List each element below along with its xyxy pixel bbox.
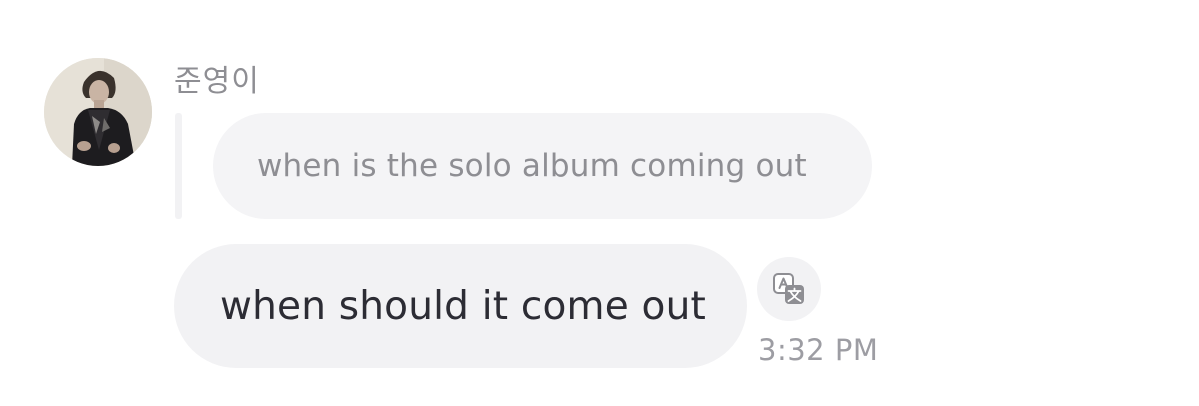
quoted-reply-text: when is the solo album coming out	[257, 148, 807, 184]
translate-button[interactable]	[757, 257, 821, 321]
reply-indicator-bar	[175, 113, 182, 219]
avatar[interactable]	[44, 58, 152, 166]
timestamp: 3:32 PM	[758, 333, 879, 367]
profile-photo-icon	[44, 58, 152, 166]
message-text: when should it come out	[220, 283, 707, 329]
message-bubble[interactable]: when should it come out	[174, 244, 747, 368]
quoted-reply-bubble[interactable]: when is the solo album coming out	[213, 113, 872, 219]
translate-icon	[773, 273, 804, 304]
sender-name: 준영이	[174, 64, 260, 99]
